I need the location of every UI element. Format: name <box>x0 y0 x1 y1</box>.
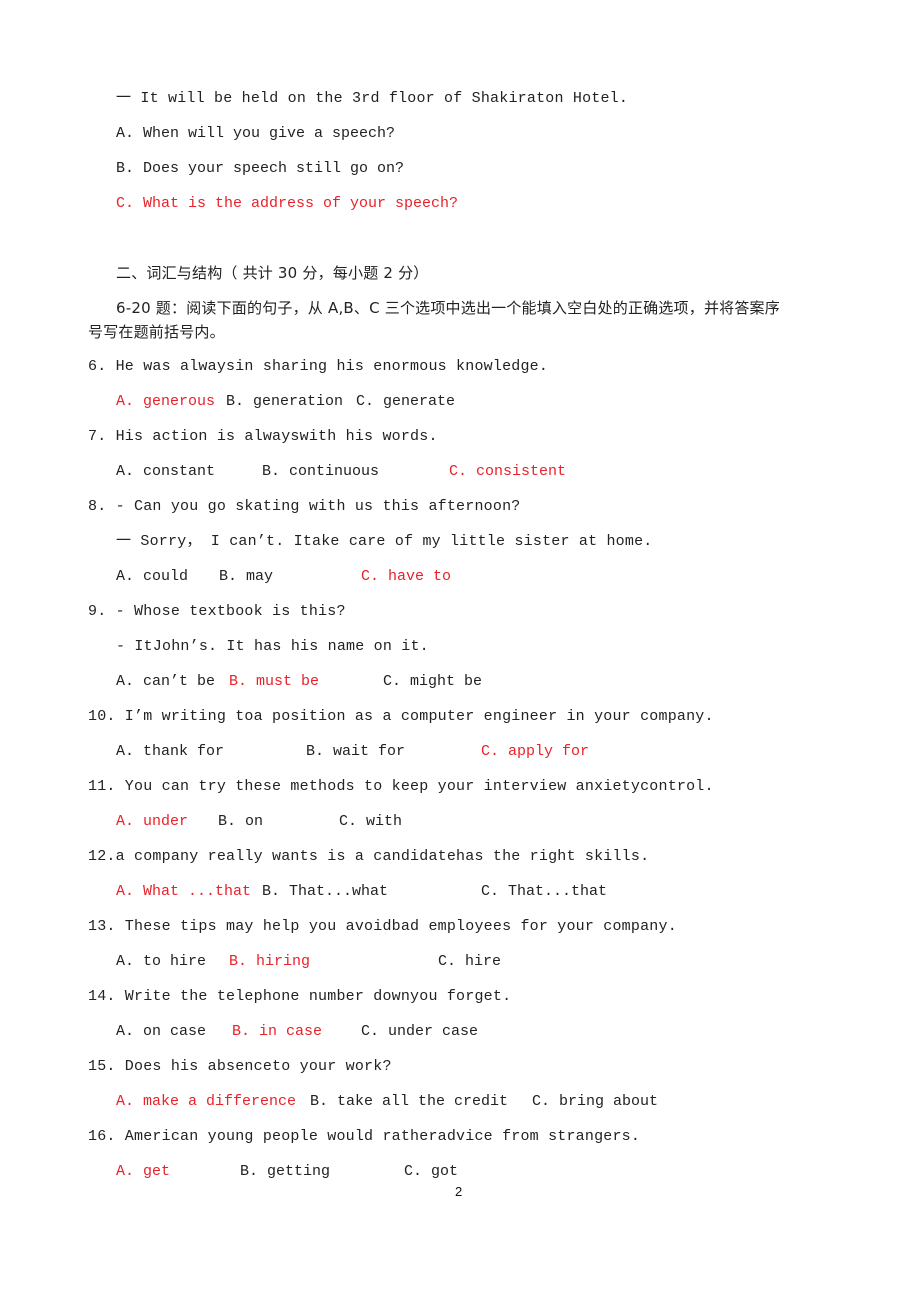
dialogue-reply: 一 Sorry， I can’t. Itake care of my littl… <box>116 533 653 550</box>
option-a: A. constant <box>116 463 216 480</box>
option-a: A. make a difference <box>116 1093 297 1110</box>
question-stem: 16. American young people would ratherad… <box>88 1128 641 1145</box>
option-a: A. generous <box>116 393 216 410</box>
option-a: A. What ...that <box>116 883 252 900</box>
option-c: C. That...that <box>481 883 608 900</box>
question-stem: 7. His action is alwayswith his words. <box>88 428 438 445</box>
option-b: B. generation <box>226 393 344 410</box>
option-c: C. apply for <box>481 743 590 760</box>
dialogue-reply: - ItJohn’s. It has his name on it. <box>116 638 429 655</box>
option-b: B. That...what <box>262 883 389 900</box>
option-b: B. hiring <box>229 953 311 970</box>
option-c: C. got <box>404 1163 459 1180</box>
option-a: A. could <box>116 568 189 585</box>
option-b: B. must be <box>229 673 320 690</box>
question-stem: 9. - Whose textbook is this? <box>88 603 346 620</box>
option-c: C. might be <box>383 673 483 690</box>
option-c: C. bring about <box>532 1093 659 1110</box>
option-a: A. can’t be <box>116 673 216 690</box>
option-b: B. getting <box>240 1163 331 1180</box>
option-a: A. on case <box>116 1023 207 1040</box>
question-stem: 14. Write the telephone number downyou f… <box>88 988 512 1005</box>
option-c: C. under case <box>361 1023 479 1040</box>
option-b: B. wait for <box>306 743 406 760</box>
question-stem: 12.a company really wants is a candidate… <box>88 848 650 865</box>
option-c: C. have to <box>361 568 452 585</box>
question-stem: 13. These tips may help you avoidbad emp… <box>88 918 677 935</box>
question-stem: 15. Does his absenceto your work? <box>88 1058 392 1075</box>
option-a: A. thank for <box>116 743 225 760</box>
option-c-correct: C. What is the address of your speech? <box>116 195 459 212</box>
option-c: C. with <box>339 813 403 830</box>
question-stem: 11. You can try these methods to keep yo… <box>88 778 714 795</box>
question-stem: 6. He was alwaysin sharing his enormous … <box>88 358 549 375</box>
question-stem: 10. I’m writing toa position as a comput… <box>88 708 714 725</box>
option-b: B. continuous <box>262 463 380 480</box>
option-b: B. take all the credit <box>310 1093 509 1110</box>
section-instruction-cont: 号写在题前括号内。 <box>88 323 225 341</box>
question-stem: 8. - Can you go skating with us this aft… <box>88 498 521 515</box>
section-instruction: 6-20 题：阅读下面的句子，从 A,B、C 三个选项中选出一个能填入空白处的正… <box>116 299 780 317</box>
page-number: 2 <box>455 1184 463 1199</box>
option-b: B. Does your speech still go on? <box>116 160 405 177</box>
option-a: A. to hire <box>116 953 207 970</box>
option-c: C. hire <box>438 953 502 970</box>
dialogue-reply: 一 It will be held on the 3rd floor of Sh… <box>116 90 629 107</box>
option-c: C. generate <box>356 393 456 410</box>
option-a: A. under <box>116 813 189 830</box>
option-a: A. When will you give a speech? <box>116 125 396 142</box>
option-a: A. get <box>116 1163 171 1180</box>
option-c: C. consistent <box>449 463 567 480</box>
option-b: B. may <box>219 568 274 585</box>
option-b: B. in case <box>232 1023 323 1040</box>
option-b: B. on <box>218 813 264 830</box>
section-heading: 二、词汇与结构（ 共计 30 分，每小题 2 分） <box>116 264 429 282</box>
